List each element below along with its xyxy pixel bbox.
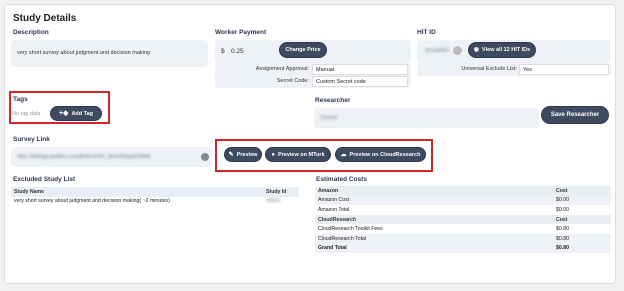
cost-name-cell: CloudResearch Total <box>315 233 553 244</box>
study-name-header: Study Name <box>11 187 263 197</box>
view-all-hit-ids-button[interactable]: ◉ View all 12 HIT IDs <box>468 42 536 58</box>
study-name-cell: very short survey about judgment and dec… <box>14 198 170 205</box>
assignment-approval-label: Assignment Approval: <box>255 66 309 72</box>
table-row: very short survey about judgment and dec… <box>11 197 299 207</box>
secret-code-label: Secret Code: <box>276 78 309 84</box>
edit-icon: ✎ <box>228 151 234 158</box>
cost-section-header: Amazon Cost <box>315 186 611 196</box>
universal-exclude-label: Universal Exclude List: <box>461 66 517 72</box>
cost-name-cell: Grand Total <box>315 243 553 254</box>
cost-value-cell: $0.00 <box>556 206 569 213</box>
researcher-field: Charlie <box>314 108 539 128</box>
universal-exclude-field: Universal Exclude List: Yes <box>417 63 611 76</box>
hit-id-value: 3UUMW0 <box>425 48 449 54</box>
person-icon: ● <box>271 151 275 158</box>
eye-icon: ◉ <box>473 47 480 53</box>
change-price-label: Change Price <box>285 47 321 53</box>
page-title: Study Details <box>13 13 77 24</box>
grand-total-row: Grand Total $0.80 <box>315 243 611 254</box>
cost-row: CloudResearch Toolkit Fees $0.80 <box>315 224 611 234</box>
cost-name-cell: CloudResearch Toolkit Fees <box>318 226 383 233</box>
excluded-study-table: Study Name Study Id very short survey ab… <box>11 187 299 206</box>
survey-link-label: Survey Link <box>13 136 50 143</box>
preview-cloudresearch-button[interactable]: ☁ Preview on CloudResearch <box>335 147 426 162</box>
tags-label: Tags <box>13 96 28 103</box>
universal-exclude-value[interactable]: Yes <box>519 64 609 75</box>
survey-link-field: https://kellogg.qualtrics.com/jfe/form/S… <box>11 147 212 167</box>
cost-row: Amazon Total $0.00 <box>315 205 611 215</box>
cost-value-cell: $0.80 <box>553 243 611 254</box>
description-field: very short survey about judgment and dec… <box>11 40 208 67</box>
cost-name-cell: Amazon Cost <box>315 195 553 206</box>
payment-amount[interactable]: 0.25 <box>231 48 244 55</box>
cost-value-cell: Cost <box>553 214 611 225</box>
currency-symbol: $ <box>221 48 225 55</box>
excluded-study-list-label: Excluded Study List <box>13 176 76 183</box>
description-text: very short survey about judgment and dec… <box>17 50 150 56</box>
view-all-hit-ids-label: View all 12 HIT IDs <box>482 47 531 53</box>
assignment-approval-value[interactable]: Manual <box>312 64 408 75</box>
hit-id-label: HIT ID <box>417 29 436 36</box>
change-price-button[interactable]: Change Price <box>279 42 327 58</box>
cost-section-header: CloudResearch Cost <box>315 214 611 225</box>
cost-value-cell: Cost <box>553 186 611 196</box>
researcher-label: Researcher <box>315 97 351 104</box>
preview-mturk-button[interactable]: ● Preview on MTurk <box>265 147 331 162</box>
estimated-costs-table: Amazon Cost Amazon Cost $0.00 Amazon Total $0… <box>315 186 611 254</box>
add-tag-button[interactable]: +◆ Add Tag <box>50 106 102 121</box>
preview-mturk-label: Preview on MTurk <box>277 151 325 158</box>
cost-value-cell: $0.00 <box>553 195 611 206</box>
estimated-costs-label: Estimated Costs <box>316 176 367 183</box>
secret-code-input[interactable]: Custom Secret code <box>312 76 408 87</box>
cost-name-cell: Amazon Total <box>318 206 350 213</box>
cost-value-cell: $0.80 <box>556 226 569 233</box>
save-researcher-button[interactable]: Save Researcher <box>541 106 609 124</box>
copy-icon[interactable] <box>453 46 462 55</box>
cost-value-cell: $0.80 <box>553 233 611 244</box>
cloud-icon: ☁ <box>340 151 347 158</box>
cost-row: Amazon Cost $0.00 <box>315 195 611 206</box>
cost-name-cell: Amazon <box>315 186 553 196</box>
researcher-value[interactable]: Charlie <box>320 115 337 121</box>
preview-label: Preview <box>236 151 258 158</box>
study-id-cell: 30602 <box>266 198 281 205</box>
description-label: Description <box>13 29 49 36</box>
payment-details-field: Assignment Approval: Manual Secret Code:… <box>215 63 411 88</box>
survey-link-url[interactable]: https://kellogg.qualtrics.com/jfe/form/S… <box>17 154 150 160</box>
worker-payment-label: Worker Payment <box>215 29 267 36</box>
study-id-header: Study Id <box>263 187 299 197</box>
copy-icon[interactable] <box>201 153 209 161</box>
plus-tag-icon: +◆ <box>58 110 69 117</box>
save-researcher-label: Save Researcher <box>550 112 600 118</box>
preview-cloudresearch-label: Preview on CloudResearch <box>349 151 421 158</box>
cost-name-cell: CloudResearch <box>315 214 553 225</box>
no-tag-data: No tag data <box>12 111 41 117</box>
study-details-card: Study Details Description very short sur… <box>4 4 616 284</box>
cost-row: CloudResearch Total $0.80 <box>315 233 611 244</box>
preview-button[interactable]: ✎ Preview <box>224 147 262 162</box>
add-tag-label: Add Tag <box>71 110 94 117</box>
